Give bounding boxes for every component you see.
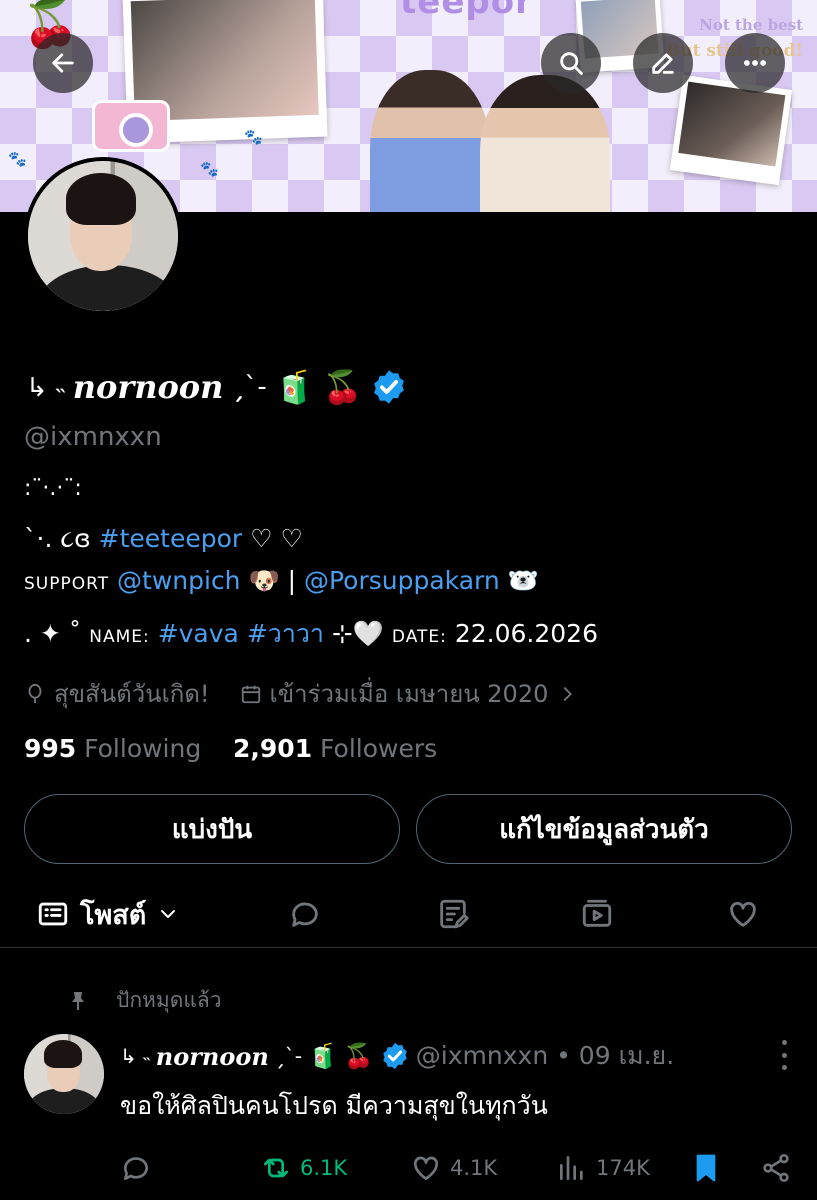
balloon-icon	[28, 683, 42, 703]
date-label: DATE:	[391, 627, 447, 647]
separator: |	[287, 566, 297, 595]
bio-line-3: SUPPORT @twnpich 🐶 | @Porsuppakarn 🐻‍❄️	[24, 566, 539, 596]
pinned-label: ปักหมุดแล้ว	[116, 988, 222, 1012]
bio-decoration: `·. ૮ɞ	[24, 524, 91, 553]
pinned-indicator: ปักหมุดแล้ว	[66, 984, 222, 1017]
edit-profile-button[interactable]: แก้ไขข้อมูลส่วนตัว	[416, 794, 792, 864]
juice-emoji: 🧃	[308, 1042, 338, 1070]
display-name-row: ↳ ˵ nornoon ˏ̗ˋ- 🧃 🍒	[26, 362, 408, 412]
mention-link[interactable]: @Porsuppakarn	[304, 566, 500, 595]
search-icon	[560, 52, 583, 75]
banner-caption-line1: Not the best	[699, 16, 803, 34]
tab-media[interactable]	[580, 892, 614, 936]
bio-decoration: . ✦ ˚	[24, 619, 82, 648]
reply-icon	[123, 1157, 148, 1180]
bio-line-2: `·. ૮ɞ #teeteepor ♡ ♡	[24, 524, 303, 554]
chevron-down-icon[interactable]	[156, 902, 180, 926]
display-name: nornoon	[72, 368, 224, 406]
like-count: 4.1K	[450, 1156, 498, 1180]
chevron-right-icon[interactable]	[556, 683, 578, 705]
views-count: 174K	[596, 1156, 650, 1180]
bookmark-icon	[696, 1154, 716, 1182]
tweet-text: ขอให้ศิลปินคนโปรด มีความสุขในทุกวัน	[120, 1091, 548, 1120]
joined-date[interactable]: เข้าร่วมเมื่อ เมษายน 2020	[270, 674, 549, 713]
bio-hearts: ♡ ♡	[250, 524, 303, 553]
bio-line-1: :¨·.·¨:	[24, 476, 82, 501]
pencil-icon	[652, 53, 674, 74]
paw-icon: 🐾	[8, 150, 27, 168]
search-button[interactable]	[541, 33, 601, 93]
tab-posts[interactable]: โพสต์	[36, 892, 180, 936]
retweet-button[interactable]: 6.1K	[260, 1148, 347, 1188]
tweet-handle-time: @ixmnxxn • 09 เม.ย.	[415, 1041, 675, 1070]
edit-button[interactable]	[633, 33, 693, 93]
dog-emoji: 🐶	[248, 566, 280, 595]
banner-corner-polaroid	[669, 74, 793, 186]
followers-link[interactable]: 2,901 Followers	[233, 734, 437, 763]
profile-avatar[interactable]	[24, 157, 182, 315]
more-button[interactable]	[725, 33, 785, 93]
name-label: NAME:	[89, 627, 150, 647]
replies-icon	[292, 902, 318, 927]
tweet-actions: 6.1K 4.1K 174K	[120, 1148, 792, 1188]
profile-meta-row: สุขสันต์วันเกิด! เข้าร่วมเมื่อ เมษายน 20…	[24, 674, 578, 713]
more-vertical-icon	[781, 1040, 787, 1045]
tweet-header: ↳ ˵ nornoon ˏ̗ˋ- 🧃 🍒 @ixmnxxn • 09 เม.ย.	[120, 1036, 674, 1076]
share-button[interactable]: แบ่งปัน	[24, 794, 400, 864]
mention-link[interactable]: @twnpich	[117, 566, 241, 595]
following-link[interactable]: 995 Following	[24, 734, 201, 763]
pin-icon	[72, 991, 84, 1010]
views-button[interactable]: 174K	[556, 1148, 650, 1188]
heart-icon	[413, 1156, 439, 1180]
follow-stats: 995 Following 2,901 Followers	[24, 734, 437, 763]
arrow-left-icon	[52, 53, 74, 73]
tab-replies[interactable]	[288, 892, 322, 936]
sparkle-heart: ⊹🤍	[331, 619, 384, 648]
bookmark-button[interactable]	[690, 1148, 722, 1188]
tab-articles[interactable]	[436, 892, 470, 936]
tweet-name-suffix: ˏ̗ˋ-	[274, 1044, 303, 1068]
retweet-icon	[264, 1158, 288, 1178]
hashtag-link[interactable]: #vava	[158, 619, 239, 648]
birthday-text: สุขสันต์วันเกิด!	[54, 680, 210, 708]
date-value: 22.06.2026	[454, 619, 598, 648]
verified-badge-icon[interactable]	[370, 368, 408, 406]
media-icon	[582, 899, 612, 927]
cherry-emoji: 🍒	[322, 368, 363, 406]
cherry-emoji: 🍒	[343, 1042, 374, 1070]
name-prefix: ↳ ˵	[26, 372, 65, 403]
hashtag-link[interactable]: #วาวา	[247, 619, 324, 648]
support-label: SUPPORT	[24, 574, 110, 594]
polar-bear-emoji: 🐻‍❄️	[507, 566, 539, 595]
bio-line-4: . ✦ ˚ NAME: #vava #วาวา ⊹🤍 DATE: 22.06.2…	[24, 614, 598, 654]
posts-icon	[38, 902, 68, 926]
tweet-avatar[interactable]	[24, 1034, 104, 1114]
paw-icon: 🐾	[200, 160, 219, 178]
profile-handle: @ixmnxxn	[24, 422, 162, 452]
back-button[interactable]	[33, 33, 93, 93]
tweet-more-button[interactable]	[779, 1040, 789, 1070]
camera-sticker	[92, 100, 170, 152]
tweet-author-name[interactable]: nornoon	[156, 1042, 269, 1071]
juice-emoji: 🧃	[274, 368, 315, 406]
like-button[interactable]: 4.1K	[410, 1148, 497, 1188]
banner-logo-text: teepor	[400, 0, 533, 22]
paw-icon: 🐾	[244, 128, 263, 146]
reply-button[interactable]	[120, 1148, 160, 1188]
share-icon	[763, 1154, 789, 1182]
name-suffix: ˏ̗ˋ-	[231, 372, 267, 402]
calendar-icon	[241, 685, 260, 703]
hashtag-link[interactable]: #teeteepor	[99, 524, 243, 553]
likes-icon	[730, 901, 756, 927]
articles-icon	[440, 899, 469, 929]
views-icon	[560, 1156, 583, 1180]
share-tweet-button[interactable]	[760, 1148, 792, 1188]
profile-tabs: โพสต์	[0, 880, 817, 948]
verified-badge-icon	[383, 1042, 407, 1070]
tab-posts-label: โพสต์	[80, 899, 147, 931]
tab-likes[interactable]	[726, 892, 760, 936]
more-horizontal-icon	[743, 60, 767, 66]
tweet-name-prefix: ↳ ˵	[120, 1043, 150, 1068]
retweet-count: 6.1K	[300, 1156, 348, 1180]
